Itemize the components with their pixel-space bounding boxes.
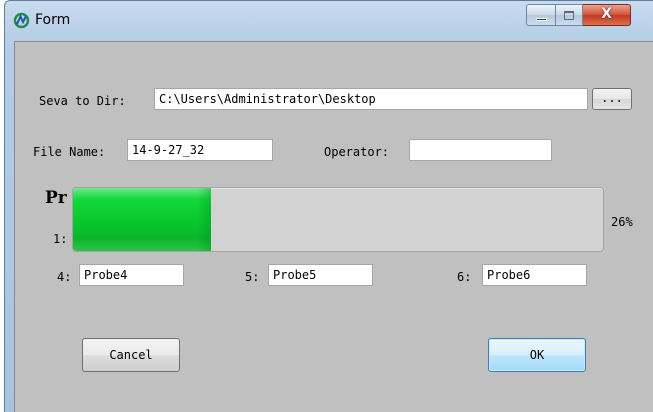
probe-1-label: 1: bbox=[53, 232, 68, 246]
progress-bar bbox=[72, 187, 604, 252]
progress-percent-text: 26% bbox=[611, 215, 633, 229]
form-client-area: Seva to Dir: C:\Users\Administrator\Desk… bbox=[14, 41, 653, 412]
browse-button[interactable]: ... bbox=[592, 88, 632, 110]
probe-5-label: 5: bbox=[245, 270, 260, 284]
minimize-icon bbox=[536, 18, 547, 21]
file-name-label: File Name: bbox=[33, 145, 106, 159]
save-dir-label: Seva to Dir: bbox=[39, 94, 126, 108]
operator-label: Operator: bbox=[324, 145, 390, 159]
probe-4-label: 4: bbox=[57, 270, 72, 284]
probe-6-input[interactable]: Probe6 bbox=[482, 264, 587, 286]
operator-input[interactable] bbox=[409, 139, 552, 161]
progress-bar-fill bbox=[73, 188, 211, 251]
probe-5-input[interactable]: Probe5 bbox=[268, 264, 373, 286]
close-button[interactable]: X bbox=[583, 4, 631, 26]
form-window: Form X Seva to Dir: C:\Users\Administrat… bbox=[4, 0, 653, 412]
close-icon: X bbox=[601, 6, 612, 22]
app-logo-icon bbox=[13, 12, 30, 29]
probes-group-title: Pr bbox=[45, 188, 67, 208]
probe-4-input[interactable]: Probe4 bbox=[79, 264, 184, 286]
minimize-button[interactable] bbox=[526, 4, 556, 26]
cancel-button[interactable]: Cancel bbox=[82, 338, 180, 372]
ok-button[interactable]: OK bbox=[488, 338, 586, 372]
maximize-icon bbox=[564, 11, 574, 20]
probe-6-label: 6: bbox=[457, 270, 472, 284]
file-name-input[interactable]: 14-9-27_32 bbox=[127, 139, 273, 161]
window-title: Form bbox=[35, 12, 71, 28]
maximize-button[interactable] bbox=[556, 4, 583, 26]
title-bar[interactable]: Form X bbox=[5, 1, 653, 41]
save-dir-input[interactable]: C:\Users\Administrator\Desktop bbox=[154, 88, 588, 110]
